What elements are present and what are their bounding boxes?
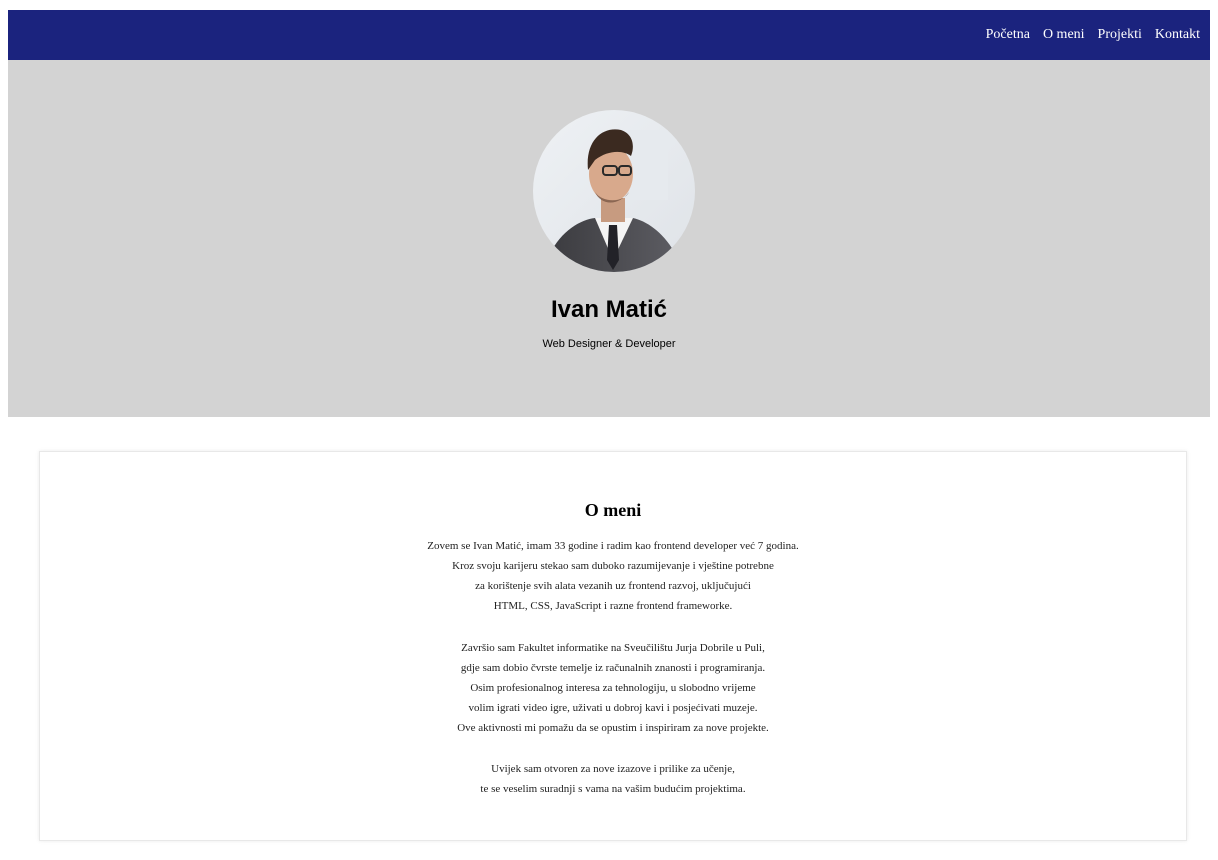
profile-role: Web Designer & Developer xyxy=(542,338,676,350)
about-title: O meni xyxy=(584,500,642,520)
about-line: volim igrati video igre, uživati u dobro… xyxy=(468,702,758,714)
profile-name: Ivan Matić xyxy=(550,296,668,323)
avatar xyxy=(533,110,695,272)
about-line: te se veselim suradnji s vama na vašim b… xyxy=(480,783,746,795)
nav-link-pocetna[interactable]: Početna xyxy=(986,27,1030,43)
about-section: O meni Zovem se Ivan Matić, imam 33 godi… xyxy=(39,451,1187,841)
about-line: Kroz svoju karijeru stekao sam duboko ra… xyxy=(452,560,774,572)
about-paragraph-1: Zovem se Ivan Matić, imam 33 godine i ra… xyxy=(40,536,1186,616)
about-line: Ove aktivnosti mi pomažu da se opustim i… xyxy=(457,722,769,734)
hero-section: Ivan Matić Web Designer & Developer xyxy=(8,60,1210,417)
nav-link-o-meni[interactable]: O meni xyxy=(1043,27,1085,43)
about-paragraph-3: Uvijek sam otvoren za nove izazove i pri… xyxy=(40,759,1186,799)
nav-link-kontakt[interactable]: Kontakt xyxy=(1155,27,1200,43)
top-navbar: Početna O meni Projekti Kontakt xyxy=(8,10,1210,60)
nav-link-projekti[interactable]: Projekti xyxy=(1098,27,1142,43)
about-line: Uvijek sam otvoren za nove izazove i pri… xyxy=(491,763,735,775)
about-line: Završio sam Fakultet informatike na Sveu… xyxy=(461,642,765,654)
avatar-photo xyxy=(533,110,695,272)
about-paragraph-2: Završio sam Fakultet informatike na Sveu… xyxy=(40,638,1186,738)
about-line: Zovem se Ivan Matić, imam 33 godine i ra… xyxy=(427,540,799,552)
about-line: za korištenje svih alata vezanih uz fron… xyxy=(475,580,751,592)
about-line: gdje sam dobio čvrste temelje iz računal… xyxy=(460,662,766,674)
about-line: HTML, CSS, JavaScript i razne frontend f… xyxy=(493,600,733,612)
about-line: Osim profesionalnog interesa za tehnolog… xyxy=(470,682,756,694)
